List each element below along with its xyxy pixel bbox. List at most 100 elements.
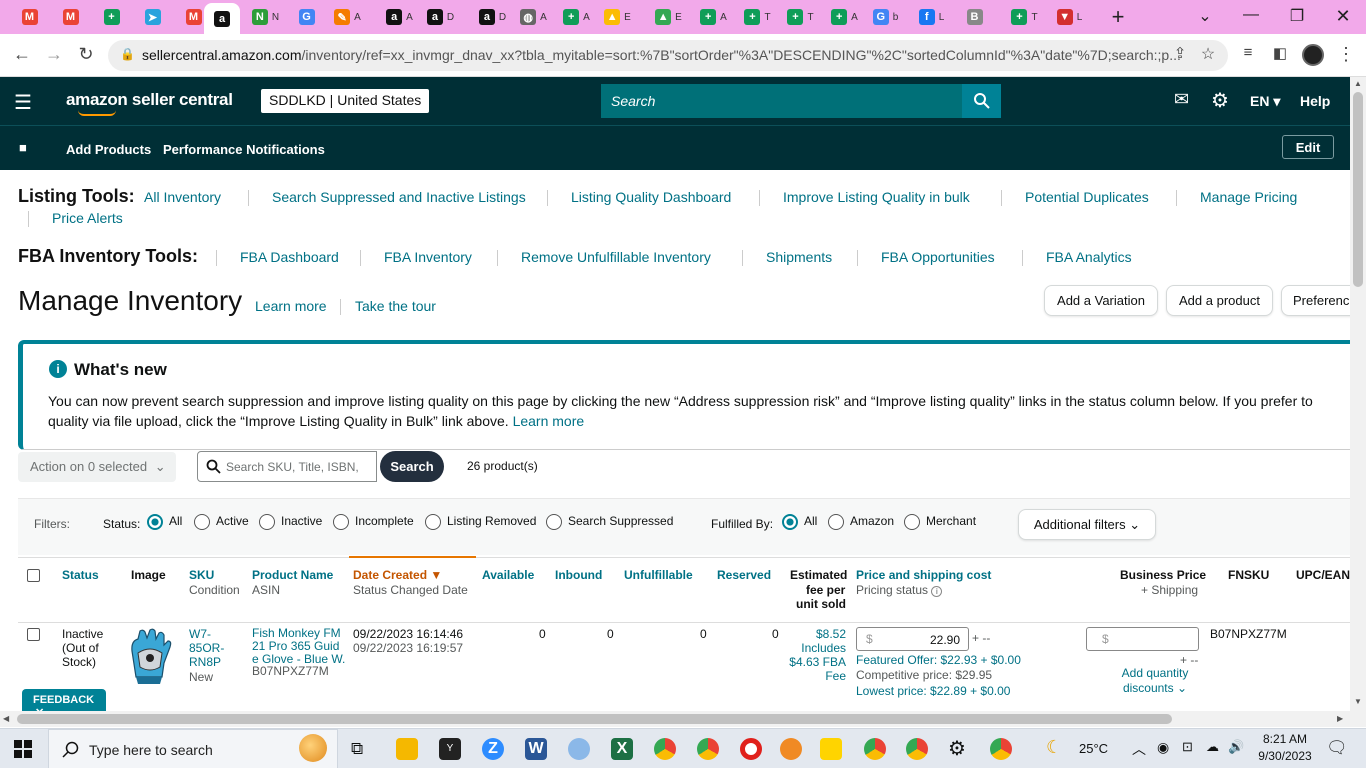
scroll-down-arrow-icon[interactable]: ▼	[1350, 697, 1366, 706]
learn-more-link[interactable]: Learn more	[255, 298, 327, 314]
browser-tab[interactable]: a	[204, 3, 240, 34]
reload-icon[interactable]: ↻	[74, 44, 98, 65]
restore-button[interactable]: ❐	[1282, 6, 1312, 26]
col-reserved[interactable]: Reserved	[717, 568, 771, 582]
link-remove-unfulfillable[interactable]: Remove Unfulfillable Inventory	[521, 249, 711, 265]
col-status[interactable]: Status	[62, 568, 99, 582]
sticky-notes-icon[interactable]	[820, 738, 842, 760]
status-active-radio[interactable]: Active	[194, 514, 249, 530]
col-product-name[interactable]: Product Name	[252, 568, 333, 582]
info-icon[interactable]: i	[931, 586, 943, 597]
url-field[interactable]: 🔒 sellercentral.amazon.com/inventory/ref…	[108, 40, 1228, 71]
browser-tab[interactable]: Gb	[866, 3, 905, 31]
share-icon[interactable]: ⇪	[1168, 44, 1192, 62]
col-available[interactable]: Available	[482, 568, 534, 582]
tray-chevron-up-icon[interactable]: ︿	[1132, 739, 1146, 759]
row-checkbox[interactable]	[27, 628, 40, 641]
browser-menu-icon[interactable]: ⋮	[1334, 44, 1358, 65]
link-manage-pricing[interactable]: Manage Pricing	[1200, 189, 1297, 205]
row-fee[interactable]: $8.52 Includes $4.63 FBA Fee	[788, 627, 846, 683]
browser-tab[interactable]: ▼ L	[1050, 3, 1089, 31]
new-tab-button[interactable]: +	[1103, 4, 1133, 30]
side-panel-icon[interactable]: ◧	[1268, 44, 1292, 62]
app-icon[interactable]: Y	[439, 738, 461, 760]
status-search-suppressed-radio[interactable]: Search Suppressed	[546, 514, 673, 530]
scroll-right-arrow-icon[interactable]: ▶	[1337, 714, 1343, 723]
browser-tab[interactable]: ◍ A	[514, 3, 553, 31]
header-search-input[interactable]: Search	[601, 84, 962, 118]
forward-arrow-icon[interactable]: →	[42, 44, 66, 65]
bulk-action-dropdown[interactable]: Action on 0 selected ⌄	[18, 452, 176, 482]
clock-date[interactable]: 9/30/2023	[1257, 749, 1313, 763]
network-icon[interactable]: ☁	[1206, 739, 1219, 755]
media-queue-icon[interactable]: ≡	[1236, 44, 1260, 61]
feedback-button[interactable]: FEEDBACK ✕	[22, 689, 106, 719]
browser-tab[interactable]: + T	[738, 3, 777, 31]
link-price-alerts[interactable]: Price Alerts	[52, 210, 123, 226]
notification-icon[interactable]: 🗨	[1326, 738, 1348, 758]
browser-tab[interactable]: ▲ E	[649, 3, 688, 31]
inventory-search-button[interactable]: Search	[380, 451, 444, 482]
fulfilled-all-radio[interactable]: All	[782, 514, 817, 530]
status-listing-removed-radio[interactable]: Listing Removed	[425, 514, 536, 530]
browser-tab[interactable]: + T	[781, 3, 820, 31]
minimize-button[interactable]: —	[1236, 6, 1266, 24]
settings-gear-icon[interactable]: ⚙	[948, 736, 966, 761]
lowest-price[interactable]: Lowest price: $22.89 + $0.00	[856, 684, 1010, 698]
clock-time[interactable]: 8:21 AM	[1257, 732, 1313, 746]
col-inbound[interactable]: Inbound	[555, 568, 602, 582]
horizontal-scroll-thumb[interactable]	[17, 714, 1172, 724]
col-price[interactable]: Price and shipping cost	[856, 568, 991, 582]
tray-app-icon[interactable]: ◉	[1157, 739, 1169, 756]
excel-icon[interactable]: X	[611, 738, 633, 760]
featured-offer[interactable]: Featured Offer: $22.93 + $0.00	[856, 653, 1021, 667]
browser-tab[interactable]: M	[51, 3, 90, 31]
row-sku[interactable]: W7- 85OR- RN8P	[189, 627, 224, 669]
browser-tab[interactable]: +	[92, 3, 131, 31]
horizontal-scrollbar[interactable]: ◀ ▶	[0, 711, 1350, 727]
browser-tab[interactable]: aD	[473, 3, 512, 31]
opera-icon[interactable]	[740, 738, 762, 760]
link-listing-quality-dashboard[interactable]: Listing Quality Dashboard	[571, 189, 731, 205]
browser-tab[interactable]: ▲ E	[598, 3, 637, 31]
add-product-button[interactable]: Add a product	[1166, 285, 1273, 316]
select-all-checkbox[interactable]	[27, 569, 40, 582]
chrome-icon[interactable]	[864, 738, 886, 760]
amazon-logo[interactable]: amazon seller central	[66, 90, 233, 110]
browser-tab[interactable]: aD	[421, 3, 460, 31]
link-fba-dashboard[interactable]: FBA Dashboard	[240, 249, 339, 265]
word-icon[interactable]: W	[525, 738, 547, 760]
app-icon[interactable]	[568, 738, 590, 760]
take-the-tour-link[interactable]: Take the tour	[355, 298, 436, 314]
add-quantity-discounts-link[interactable]: Add quantity discounts ⌄	[1110, 666, 1200, 696]
col-sku[interactable]: SKU	[189, 568, 214, 582]
tray-lock-icon[interactable]: ⊡	[1182, 739, 1193, 755]
chrome-icon[interactable]	[990, 738, 1012, 760]
browser-tab[interactable]: M	[10, 3, 49, 31]
additional-filters-button[interactable]: Additional filters ⌄	[1018, 509, 1156, 540]
header-search-button[interactable]	[962, 84, 1001, 118]
task-view-icon[interactable]: ⧉	[351, 739, 363, 759]
browser-tab[interactable]: + A	[694, 3, 733, 31]
link-fba-inventory[interactable]: FBA Inventory	[384, 249, 472, 265]
fulfilled-merchant-radio[interactable]: Merchant	[904, 514, 976, 530]
link-fba-opportunities[interactable]: FBA Opportunities	[881, 249, 995, 265]
store-selector[interactable]: SDDLKD | United States	[261, 89, 430, 113]
col-unfulfillable[interactable]: Unfulfillable	[624, 568, 693, 582]
row-product-name[interactable]: Fish Monkey FM 21 Pro 365 Guid e Glove - B…	[252, 627, 347, 666]
weather-temp[interactable]: 25°C	[1079, 741, 1108, 756]
profile-avatar[interactable]	[1302, 44, 1324, 66]
link-improve-listing-quality[interactable]: Improve Listing Quality in bulk	[783, 189, 970, 205]
browser-tab[interactable]: B	[955, 3, 994, 31]
link-shipments[interactable]: Shipments	[766, 249, 832, 265]
browser-tab[interactable]: aA	[380, 3, 419, 31]
close-window-button[interactable]: ✕	[1328, 6, 1358, 27]
nav-add-products[interactable]: Add Products	[66, 142, 151, 157]
nav-edit-button[interactable]: Edit	[1282, 135, 1334, 159]
product-thumbnail[interactable]	[126, 627, 174, 685]
scroll-up-arrow-icon[interactable]: ▲	[1350, 79, 1366, 88]
help-link[interactable]: Help	[1300, 93, 1330, 109]
add-variation-button[interactable]: Add a Variation	[1044, 285, 1158, 316]
tab-search-chevron-icon[interactable]: ⌄	[1190, 6, 1220, 26]
browser-tab[interactable]: ✎ A	[328, 3, 367, 31]
